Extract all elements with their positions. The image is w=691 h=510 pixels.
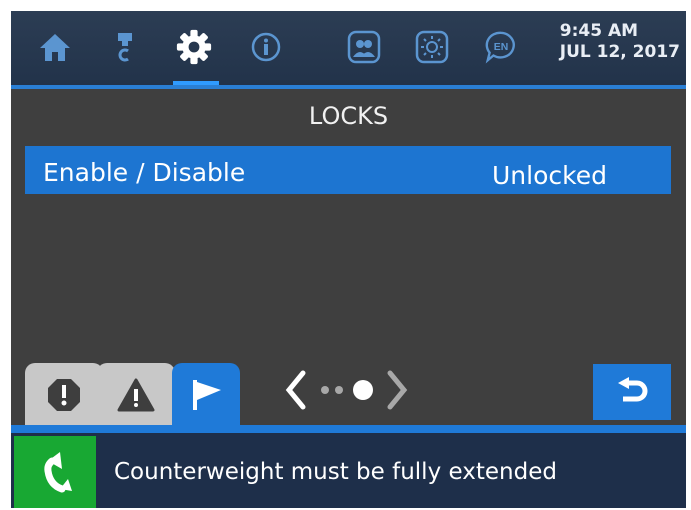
page-dot-3 [353,380,373,400]
brightness-icon[interactable] [414,29,450,65]
tab-warnings[interactable] [97,363,175,426]
next-page-arrow [387,370,408,410]
row-label: Enable / Disable [43,158,246,187]
users-icon[interactable] [346,29,382,65]
language-label: EN [494,42,508,53]
top-bar: EN 9:45 AM JUL 12, 2017 [11,11,686,85]
date-label: JUL 12, 2017 [559,42,680,62]
screen: EN 9:45 AM JUL 12, 2017 LOCKS Enable / D… [11,11,686,508]
time-label: 9:45 AM [559,21,639,41]
back-arrow-icon [618,377,648,402]
status-message: Counterweight must be fully extended [114,459,557,485]
alert-octagon-icon [48,378,80,411]
tool-icon[interactable] [107,29,143,65]
tab-alerts[interactable] [25,363,103,426]
home-icon[interactable] [37,29,73,65]
row-value: Unlocked [492,161,607,190]
clock: 9:45 AM JUL 12, 2017 [560,21,680,63]
back-button[interactable] [593,364,671,420]
language-icon[interactable]: EN [483,29,519,65]
top-divider [11,85,686,89]
page-title: LOCKS [308,102,389,130]
gear-icon[interactable] [176,29,212,65]
prev-page-arrow [285,370,306,410]
flag-icon [193,379,221,410]
info-icon[interactable] [248,29,284,65]
lock-enable-row[interactable]: Enable / Disable Unlocked [25,146,671,194]
status-bar: Counterweight must be fully extended [11,433,686,508]
tab-flags[interactable] [172,363,240,426]
turn-arrow-icon [14,436,96,508]
pager [283,367,413,413]
page-dot-1 [321,386,329,394]
bottom-divider [11,425,686,433]
warning-triangle-icon [117,378,155,411]
page-dot-2 [335,386,343,394]
